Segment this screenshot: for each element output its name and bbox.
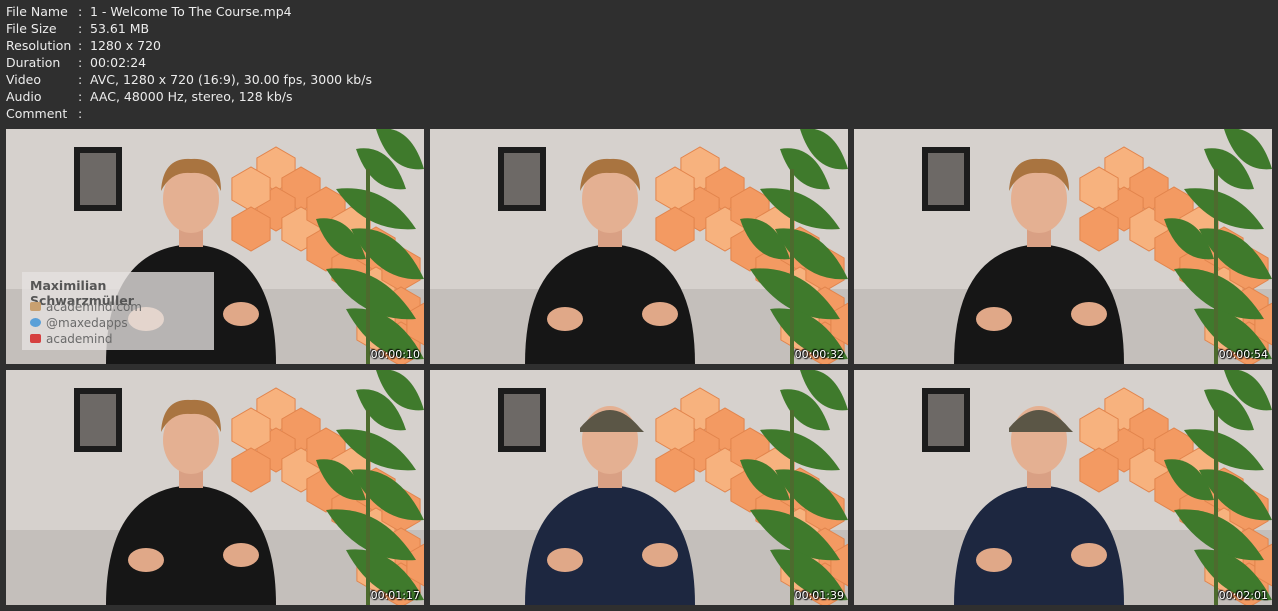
website-line: academind.com bbox=[30, 299, 142, 314]
plant-stem bbox=[790, 410, 794, 605]
youtube-icon bbox=[30, 334, 41, 343]
info-row-resolution: Resolution : 1280 x 720 bbox=[6, 37, 372, 54]
twitter-icon bbox=[30, 318, 41, 327]
info-value: 53.61 MB bbox=[90, 21, 150, 36]
plant-stem bbox=[1214, 410, 1218, 605]
presenter-hand bbox=[547, 548, 583, 572]
timestamp: 00:00:32 bbox=[794, 348, 844, 361]
thumbnail[interactable]: 00:01:17 bbox=[6, 370, 424, 605]
plant-stem bbox=[1214, 169, 1218, 364]
presenter-hand bbox=[1071, 302, 1107, 326]
info-separator: : bbox=[78, 38, 83, 53]
info-value: AVC, 1280 x 720 (16:9), 30.00 fps, 3000 … bbox=[90, 72, 372, 87]
video-frame-scene bbox=[430, 370, 848, 605]
award-plaque bbox=[504, 394, 540, 446]
timestamp: 00:01:39 bbox=[794, 589, 844, 602]
info-key: Video bbox=[6, 72, 42, 87]
website-label: academind.com bbox=[46, 299, 142, 314]
presenter-hand bbox=[642, 543, 678, 567]
youtube-line: academind bbox=[30, 331, 113, 346]
video-frame-scene bbox=[6, 370, 424, 605]
info-key: File Size bbox=[6, 21, 57, 36]
timestamp: 00:00:10 bbox=[370, 348, 420, 361]
plant-stem bbox=[790, 169, 794, 364]
info-separator: : bbox=[78, 21, 83, 36]
presenter-hand bbox=[642, 302, 678, 326]
info-separator: : bbox=[78, 89, 83, 104]
video-frame-scene bbox=[430, 129, 848, 364]
plant-stem bbox=[366, 169, 370, 364]
info-separator: : bbox=[78, 72, 83, 87]
info-row-file-name: File Name : 1 - Welcome To The Course.mp… bbox=[6, 3, 372, 20]
award-plaque bbox=[928, 153, 964, 205]
thumbnail[interactable]: 00:00:32 bbox=[430, 129, 848, 364]
twitter-line: @maxedapps bbox=[30, 315, 128, 330]
info-separator: : bbox=[78, 4, 83, 19]
presenter-hand bbox=[128, 548, 164, 572]
presenter-hand bbox=[976, 548, 1012, 572]
presenter-hand bbox=[1071, 543, 1107, 567]
info-value: 1 - Welcome To The Course.mp4 bbox=[90, 4, 292, 19]
info-row-file-size: File Size : 53.61 MB bbox=[6, 20, 372, 37]
award-plaque bbox=[80, 153, 116, 205]
info-row-video: Video : AVC, 1280 x 720 (16:9), 30.00 fp… bbox=[6, 71, 372, 88]
globe-icon bbox=[30, 302, 41, 311]
timestamp: 00:01:17 bbox=[370, 589, 420, 602]
info-key: Audio bbox=[6, 89, 42, 104]
lower-third-overlay: Maximilian Schwarzmüller academind.com @… bbox=[22, 272, 214, 350]
plant-stem bbox=[366, 410, 370, 605]
presenter-hand bbox=[976, 307, 1012, 331]
info-key: File Name bbox=[6, 4, 68, 19]
award-plaque bbox=[80, 394, 116, 446]
youtube-label: academind bbox=[46, 331, 113, 346]
info-row-duration: Duration : 00:02:24 bbox=[6, 54, 372, 71]
thumbnail[interactable]: Maximilian Schwarzmüller academind.com @… bbox=[6, 129, 424, 364]
presenter-hand bbox=[547, 307, 583, 331]
info-separator: : bbox=[78, 55, 83, 70]
info-value: 1280 x 720 bbox=[90, 38, 162, 53]
thumbnail[interactable]: 00:02:01 bbox=[854, 370, 1272, 605]
file-info-panel: File Name : 1 - Welcome To The Course.mp… bbox=[6, 3, 372, 122]
timestamp: 00:00:54 bbox=[1218, 348, 1268, 361]
award-plaque bbox=[928, 394, 964, 446]
info-row-comment: Comment : bbox=[6, 105, 372, 122]
video-frame-scene bbox=[854, 129, 1272, 364]
thumbnail[interactable]: 00:01:39 bbox=[430, 370, 848, 605]
thumbnail-grid: Maximilian Schwarzmüller academind.com @… bbox=[6, 129, 1272, 605]
thumbnail[interactable]: 00:00:54 bbox=[854, 129, 1272, 364]
info-separator: : bbox=[78, 106, 83, 121]
presenter-hand bbox=[223, 543, 259, 567]
info-value: 00:02:24 bbox=[90, 55, 147, 70]
award-plaque bbox=[504, 153, 540, 205]
video-frame-scene bbox=[854, 370, 1272, 605]
info-value: AAC, 48000 Hz, stereo, 128 kb/s bbox=[90, 89, 293, 104]
timestamp: 00:02:01 bbox=[1218, 589, 1268, 602]
info-key: Comment bbox=[6, 106, 68, 121]
twitter-label: @maxedapps bbox=[46, 315, 128, 330]
info-key: Resolution bbox=[6, 38, 72, 53]
presenter-hand bbox=[223, 302, 259, 326]
info-row-audio: Audio : AAC, 48000 Hz, stereo, 128 kb/s bbox=[6, 88, 372, 105]
info-key: Duration bbox=[6, 55, 61, 70]
